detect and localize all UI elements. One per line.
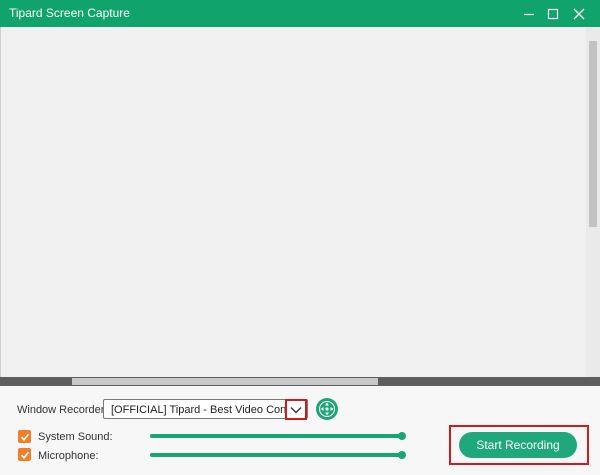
window-title: Tipard Screen Capture — [9, 6, 130, 20]
microphone-checkbox[interactable] — [18, 448, 31, 461]
title-bar: Tipard Screen Capture — [0, 0, 600, 27]
minimize-icon — [524, 13, 534, 15]
slider-fill — [150, 453, 402, 457]
minimize-button[interactable] — [516, 0, 542, 27]
horizontal-scroll-thumb[interactable] — [72, 378, 378, 385]
maximize-icon — [547, 8, 559, 19]
slider-handle[interactable] — [398, 451, 406, 459]
microphone-label: Microphone: — [38, 450, 99, 462]
chevron-down-icon — [290, 406, 302, 413]
selected-window-value: [OFFICIAL] Tipard - Best Video Converter — [111, 404, 287, 416]
checkmark-icon — [20, 451, 29, 459]
close-icon — [573, 8, 585, 19]
system-sound-checkbox[interactable] — [18, 430, 31, 443]
microphone-slider[interactable] — [150, 450, 406, 460]
capture-preview — [0, 27, 600, 377]
start-recording-button[interactable]: Start Recording — [459, 432, 577, 458]
window-select[interactable]: [OFFICIAL] Tipard - Best Video Converter — [103, 399, 308, 419]
window-recorder-label: Window Recorder: — [17, 404, 108, 416]
system-sound-slider[interactable] — [150, 431, 406, 441]
window-picker-button[interactable] — [316, 398, 338, 420]
scroll-corner — [586, 377, 600, 386]
slider-fill — [150, 434, 402, 438]
system-sound-label: System Sound: — [38, 431, 113, 443]
slider-handle[interactable] — [398, 432, 406, 440]
close-button[interactable] — [566, 0, 592, 27]
window-dropdown-button[interactable] — [285, 399, 307, 420]
vertical-scroll-thumb[interactable] — [589, 41, 597, 227]
window-picker-icon — [319, 401, 335, 417]
maximize-button[interactable] — [540, 0, 566, 27]
checkmark-icon — [20, 433, 29, 441]
